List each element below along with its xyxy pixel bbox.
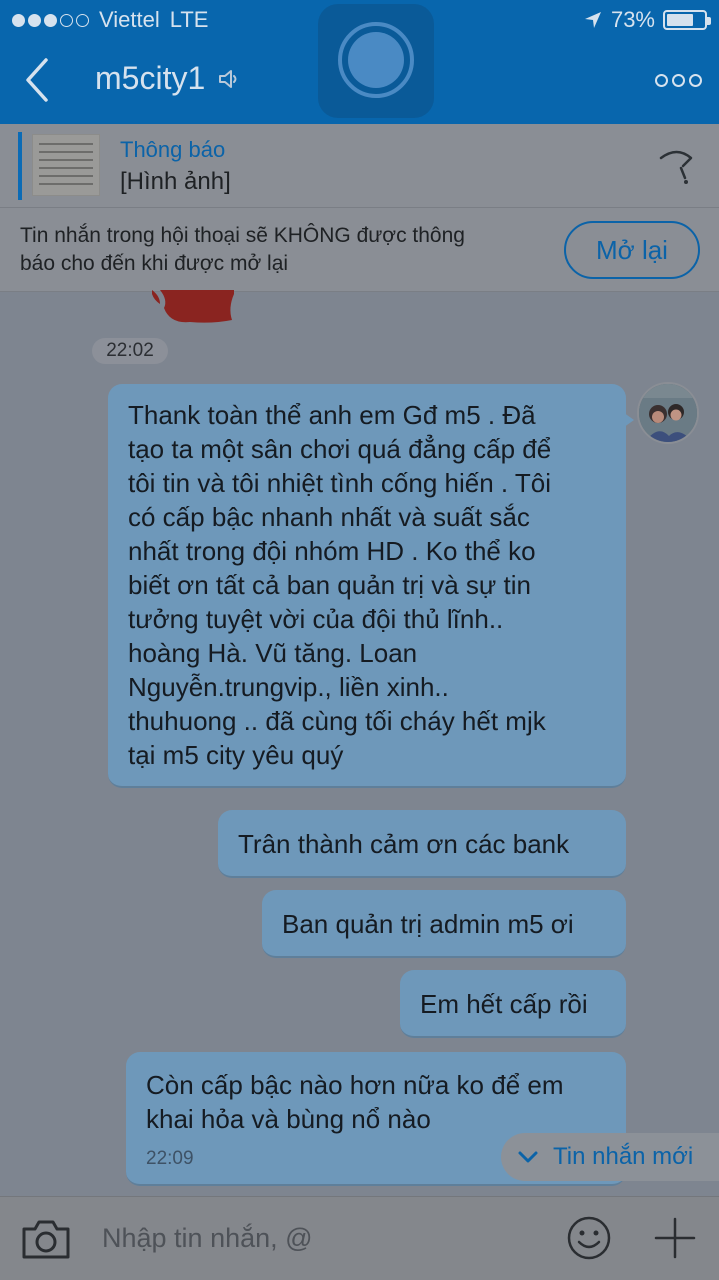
conversation-name: m5city1 — [95, 60, 206, 96]
battery-info: 73% — [583, 7, 711, 33]
message-line: tạo ta một sân chơi quá đẳng cấp để — [128, 434, 552, 464]
message-line: tại m5 city yêu quý — [128, 740, 344, 770]
timestamp-divider: 22:02 — [92, 338, 168, 364]
message-text: Em hết cấp rồi — [420, 989, 588, 1019]
message-input-bar: Nhập tin nhắn, @ — [0, 1196, 719, 1280]
assistive-touch-button[interactable] — [318, 4, 434, 118]
chevron-left-icon — [26, 58, 48, 102]
mute-notice-line: báo cho đến khi được mở lại — [20, 252, 289, 275]
message-line: thuhuong .. đã cùng tối cháy hết mjk — [128, 706, 546, 736]
unmute-button[interactable]: Mở lại — [564, 221, 700, 279]
battery-icon — [663, 10, 711, 30]
message-line: khai hỏa và bùng nổ nào — [146, 1104, 431, 1134]
sticker-image[interactable] — [150, 290, 238, 326]
chevron-down-icon — [518, 1151, 538, 1163]
message-line: có cấp bậc nhanh nhất và suất sắc — [128, 502, 530, 532]
message-bubble[interactable]: Trân thành cảm ơn các bank — [218, 810, 626, 878]
message-line: nhất trong đội nhóm HD . Ko thể ko — [128, 536, 536, 566]
message-input[interactable]: Nhập tin nhắn, @ — [102, 1223, 502, 1254]
muted-speaker-icon — [219, 69, 237, 88]
mute-notice-line: Tin nhắn trong hội thoại sẽ KHÔNG được t… — [20, 224, 465, 247]
conversation-title[interactable]: m5city1 — [95, 60, 241, 97]
message-line: hoàng Hà. Vũ tăng. Loan — [128, 638, 418, 668]
new-messages-label: Tin nhắn mới — [553, 1143, 694, 1170]
new-messages-button[interactable]: Tin nhắn mới — [501, 1133, 719, 1181]
message-line: tưởng tuyệt vời của đội thủ lĩnh.. — [128, 604, 504, 634]
message-line: Thank toàn thể anh em Gđ m5 . Đã — [128, 400, 536, 430]
camera-icon[interactable] — [20, 1217, 72, 1261]
message-line: biết ơn tất cả ban quản trị và sự tin — [128, 570, 532, 600]
sender-avatar[interactable] — [637, 382, 699, 444]
pinned-message[interactable]: Thông báo [Hình ảnh] — [0, 124, 719, 208]
pinned-image-thumbnail[interactable] — [32, 134, 100, 196]
message-line: Nguyễn.trungvip., liền xinh.. — [128, 672, 449, 702]
message-bubble[interactable]: Thank toàn thể anh em Gđ m5 . Đã tạo ta … — [108, 384, 626, 788]
mute-notice-text: Tin nhắn trong hội thoại sẽ KHÔNG được t… — [20, 222, 550, 278]
pinned-content: [Hình ảnh] — [120, 168, 231, 195]
message-text: Ban quản trị admin m5 ơi — [282, 909, 574, 939]
back-button[interactable] — [18, 54, 58, 106]
pinned-accent-bar — [18, 132, 22, 200]
message-bubble[interactable]: Em hết cấp rồi — [400, 970, 626, 1038]
pinned-label: Thông báo — [120, 137, 226, 162]
location-arrow-icon — [584, 12, 601, 28]
unpin-icon[interactable] — [657, 142, 697, 188]
emoji-icon[interactable] — [566, 1215, 612, 1261]
more-options-button[interactable] — [655, 68, 703, 92]
message-line: tôi tin và tôi nhiệt tình cống hiến . Tô… — [128, 468, 552, 498]
message-line: Còn cấp bậc nào hơn nữa ko để em — [146, 1070, 564, 1100]
message-bubble[interactable]: Ban quản trị admin m5 ơi — [262, 890, 626, 958]
message-text: Trân thành cảm ơn các bank — [238, 829, 570, 859]
plus-icon[interactable] — [652, 1215, 698, 1261]
mute-notice: Tin nhắn trong hội thoại sẽ KHÔNG được t… — [0, 208, 719, 292]
battery-percent: 73% — [610, 7, 655, 32]
